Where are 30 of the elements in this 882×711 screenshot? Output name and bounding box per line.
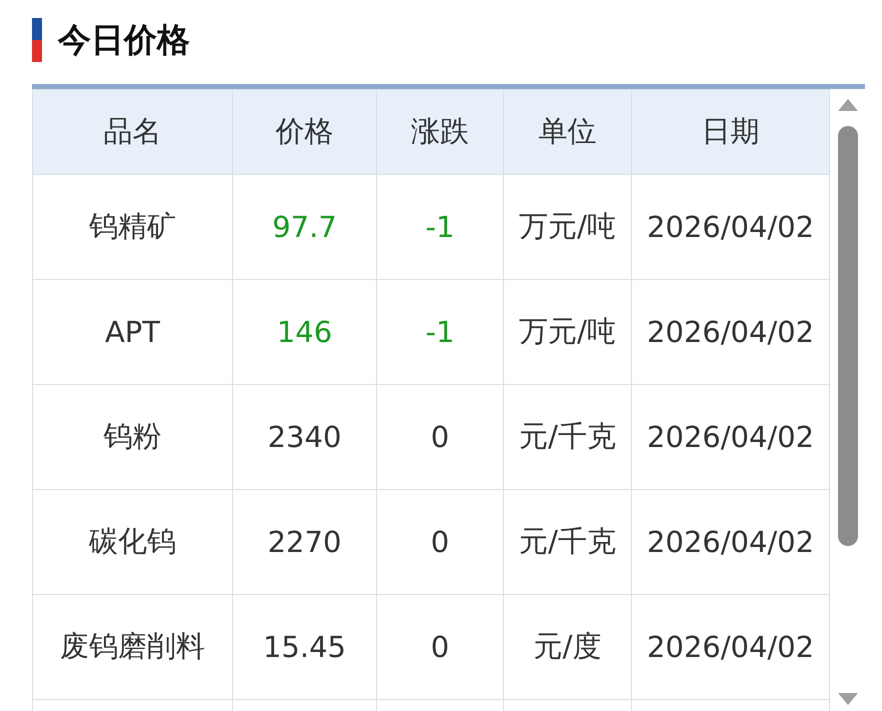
title-marker-icon bbox=[32, 18, 42, 62]
table-cell: 废钨磨削料 bbox=[32, 594, 232, 700]
scroll-up-icon[interactable] bbox=[838, 99, 858, 111]
table-cell: -1 bbox=[376, 174, 504, 280]
section-title: 今日价格 bbox=[58, 18, 190, 60]
table-cell: 万元/吨 bbox=[504, 280, 632, 384]
table-cell: 97.7 bbox=[232, 174, 376, 280]
column-header: 价格 bbox=[232, 90, 376, 174]
table-cell: APT bbox=[32, 280, 232, 384]
column-header: 涨跌 bbox=[376, 90, 504, 174]
table-cell: 碳化钨 bbox=[32, 490, 232, 594]
table-cell: 元/度 bbox=[504, 594, 632, 700]
table-cell: 0 bbox=[376, 490, 504, 594]
table-cell: 15.45 bbox=[232, 594, 376, 700]
column-header: 品名 bbox=[32, 90, 232, 174]
table-cell: 0 bbox=[376, 384, 504, 490]
table-cell: 2340 bbox=[232, 384, 376, 490]
column-header: 日期 bbox=[632, 90, 830, 174]
table-cell: 元/千克 bbox=[504, 490, 632, 594]
table-cell: 0 bbox=[376, 594, 504, 700]
table-cell: -1 bbox=[376, 280, 504, 384]
table-cell: 万元/吨 bbox=[504, 174, 632, 280]
table-cell: 2270 bbox=[232, 490, 376, 594]
scroll-thumb[interactable] bbox=[838, 126, 858, 546]
scroll-down-icon[interactable] bbox=[838, 693, 858, 705]
table-cell: 146 bbox=[232, 280, 376, 384]
table-cell: 钨粉 bbox=[32, 384, 232, 490]
table-cell: 钨精矿 bbox=[32, 174, 232, 280]
table-cell: 元/千克 bbox=[504, 384, 632, 490]
column-header: 单位 bbox=[504, 90, 632, 174]
